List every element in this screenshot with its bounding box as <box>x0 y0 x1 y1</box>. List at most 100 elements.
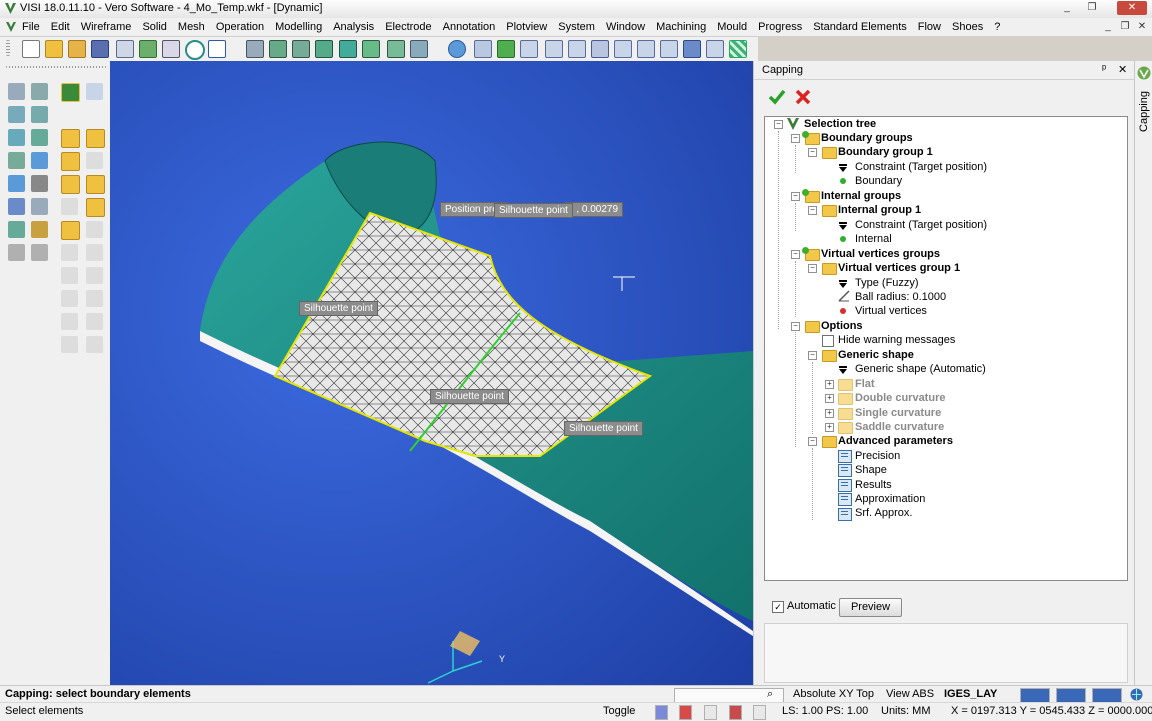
print-icon[interactable] <box>116 40 134 58</box>
tool-arc-icon[interactable] <box>31 106 48 123</box>
minimize-button[interactable]: _ <box>1059 1 1075 15</box>
tree-vv-groups[interactable]: Virtual vertices groups <box>821 247 940 261</box>
shade-4-icon[interactable] <box>315 40 333 58</box>
app-menu-icon[interactable] <box>5 21 17 33</box>
tool-snap-3-icon[interactable] <box>61 152 80 171</box>
expander[interactable]: − <box>808 206 817 215</box>
menu-system[interactable]: System <box>558 21 595 33</box>
menu-machining[interactable]: Machining <box>656 21 706 33</box>
selection-tree[interactable]: − Selection tree − Boundary groups − Bou… <box>764 116 1128 581</box>
menu-mould[interactable]: Mould <box>717 21 747 33</box>
tool-rotate-icon[interactable] <box>8 175 25 192</box>
tree-shape[interactable]: Shape <box>855 463 887 477</box>
tree-bg1-constraint[interactable]: Constraint (Target position) <box>855 160 987 174</box>
tree-boundary-group-1[interactable]: Boundary group 1 <box>838 145 933 159</box>
color-swatch-3[interactable] <box>1092 688 1122 703</box>
open-folder-icon[interactable] <box>45 40 63 58</box>
menu-progress[interactable]: Progress <box>758 21 802 33</box>
cylinder-1-icon[interactable] <box>474 40 492 58</box>
menu-help[interactable]: ? <box>994 21 1000 33</box>
view-window-icon[interactable] <box>208 40 226 58</box>
tool-snap-6-icon[interactable] <box>86 175 105 194</box>
menu-shoes[interactable]: Shoes <box>952 21 983 33</box>
tree-options[interactable]: Options <box>821 319 863 333</box>
tree-srf-approx[interactable]: Srf. Approx. <box>855 506 912 520</box>
cylinder-6-icon[interactable] <box>591 40 609 58</box>
3d-viewport[interactable]: Y Position prec d , 0.00279 Silhouette p… <box>110 61 753 685</box>
panel-close-icon[interactable]: ✕ <box>1118 63 1127 76</box>
tree-ig1-constraint[interactable]: Constraint (Target position) <box>855 218 987 232</box>
grid-toggle-icon[interactable] <box>655 705 668 720</box>
view-abs[interactable]: View ABS <box>886 688 934 701</box>
expander[interactable]: − <box>808 437 817 446</box>
tree-vv-item[interactable]: Virtual vertices <box>855 304 927 318</box>
zoom-icon[interactable] <box>185 40 205 60</box>
pin-icon[interactable]: ᵖ <box>1102 63 1106 75</box>
printer-icon[interactable] <box>162 40 180 58</box>
menu-operation[interactable]: Operation <box>216 21 264 33</box>
menu-solid[interactable]: Solid <box>142 21 166 33</box>
tree-results[interactable]: Results <box>855 478 892 492</box>
tool-trim-icon[interactable] <box>31 129 48 146</box>
expander[interactable]: − <box>791 322 800 331</box>
tree-double-curvature[interactable]: Double curvature <box>855 391 945 405</box>
menu-plotview[interactable]: Plotview <box>506 21 547 33</box>
cylinder-3-icon[interactable] <box>520 40 538 58</box>
tool-delete-icon[interactable] <box>8 221 25 238</box>
tree-internal-groups[interactable]: Internal groups <box>821 189 901 203</box>
shade-6-icon[interactable] <box>362 40 380 58</box>
tree-bg1-boundary[interactable]: Boundary <box>855 174 902 188</box>
tree-vv-ball-radius[interactable]: Ball radius: 0.1000 <box>855 290 946 304</box>
tree-boundary-groups[interactable]: Boundary groups <box>821 131 913 145</box>
menu-mesh[interactable]: Mesh <box>178 21 205 33</box>
expander[interactable]: − <box>791 192 800 201</box>
new-file-icon[interactable] <box>22 40 40 58</box>
menu-annotation[interactable]: Annotation <box>443 21 496 33</box>
shade-8-icon[interactable] <box>410 40 428 58</box>
menu-modelling[interactable]: Modelling <box>275 21 322 33</box>
expander[interactable]: − <box>808 148 817 157</box>
ortho-toggle-icon[interactable] <box>704 705 717 720</box>
tree-precision[interactable]: Precision <box>855 449 900 463</box>
tool-edit-icon[interactable] <box>61 83 80 102</box>
expander[interactable]: − <box>791 250 800 259</box>
tool-extend-icon[interactable] <box>8 152 25 169</box>
tree-single-curvature[interactable]: Single curvature <box>855 406 941 420</box>
tool-snap-2-icon[interactable] <box>86 129 105 148</box>
cylinder-5-icon[interactable] <box>568 40 586 58</box>
automatic-checkbox[interactable]: ✓ <box>772 601 784 613</box>
save-icon[interactable] <box>91 40 109 58</box>
menu-electrode[interactable]: Electrode <box>385 21 431 33</box>
search-input[interactable]: ⌕ <box>674 688 784 703</box>
menu-flow[interactable]: Flow <box>918 21 941 33</box>
menu-window[interactable]: Window <box>606 21 645 33</box>
doc-restore-button[interactable]: ❐ <box>1117 20 1133 34</box>
layer-name[interactable]: IGES_LAY <box>944 688 997 701</box>
tool-surface-icon[interactable] <box>31 152 48 169</box>
shade-3-icon[interactable] <box>292 40 310 58</box>
tool-pick-icon[interactable] <box>86 83 103 100</box>
color-swatch-2[interactable] <box>1056 688 1086 703</box>
tool-point-icon[interactable] <box>8 83 25 100</box>
tree-advanced-parameters[interactable]: Advanced parameters <box>838 434 953 448</box>
tree-generic-shape-value[interactable]: Generic shape (Automatic) <box>855 362 986 376</box>
tree-approximation[interactable]: Approximation <box>855 492 925 506</box>
tool-measure-icon[interactable] <box>31 198 48 215</box>
expander[interactable]: + <box>825 409 834 418</box>
shade-1-icon[interactable] <box>246 40 264 58</box>
cylinder-11-icon[interactable] <box>706 40 724 58</box>
cylinder-7-icon[interactable] <box>614 40 632 58</box>
hide-warnings-checkbox[interactable] <box>822 335 834 347</box>
tree-vv-group-1[interactable]: Virtual vertices group 1 <box>838 261 960 275</box>
expander[interactable]: − <box>808 264 817 273</box>
tree-flat[interactable]: Flat <box>855 377 875 391</box>
cylinder-4-icon[interactable] <box>545 40 563 58</box>
tree-generic-shape[interactable]: Generic shape <box>838 348 914 362</box>
import-icon[interactable] <box>68 40 86 58</box>
tree-saddle-curvature[interactable]: Saddle curvature <box>855 420 944 434</box>
tree-root[interactable]: Selection tree <box>804 117 876 131</box>
tool-snap-1-icon[interactable] <box>61 129 80 148</box>
tool-line-icon[interactable] <box>31 83 48 100</box>
rotate-icon[interactable] <box>448 40 466 58</box>
menu-edit[interactable]: Edit <box>51 21 70 33</box>
